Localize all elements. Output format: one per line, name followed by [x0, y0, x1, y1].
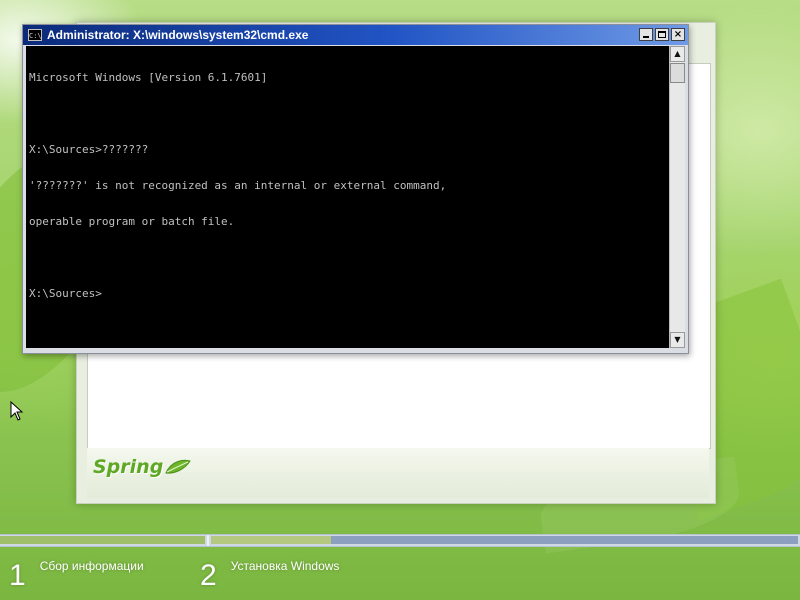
- cmd-icon[interactable]: C:\: [28, 29, 42, 41]
- leaf-icon: [165, 459, 192, 474]
- spring-logo: Spring: [93, 456, 192, 478]
- minimize-icon[interactable]: [639, 28, 653, 41]
- step-label: Сбор информации: [39, 559, 144, 573]
- cmd-titlebar[interactable]: C:\ Administrator: X:\windows\system32\c…: [23, 25, 688, 45]
- progress-remaining: [331, 536, 798, 544]
- console-prompt-line: X:\Sources>: [29, 287, 102, 300]
- maximize-icon[interactable]: [655, 28, 669, 41]
- step-install-windows: 2 Установка Windows: [200, 549, 339, 593]
- console-line: Microsoft Windows [Version 6.1.7601]: [29, 71, 268, 84]
- setup-steps: 1 Сбор информации 2 Установка Windows: [0, 549, 800, 600]
- vertical-scrollbar[interactable]: ▲ ▼: [669, 46, 685, 348]
- console-line: '???????' is not recognized as an intern…: [29, 179, 447, 192]
- setup-footer: Spring: [87, 448, 709, 498]
- scroll-down-icon[interactable]: ▼: [670, 332, 685, 348]
- progress-segment-1: [0, 536, 205, 544]
- step-number: 1: [9, 559, 26, 592]
- progress-segment-2: [211, 536, 331, 544]
- cmd-window[interactable]: C:\ Administrator: X:\windows\system32\c…: [22, 24, 689, 354]
- scroll-up-icon[interactable]: ▲: [670, 46, 685, 62]
- window-controls: ×: [639, 28, 685, 41]
- scroll-thumb[interactable]: [670, 63, 685, 83]
- mouse-cursor-icon: [10, 401, 24, 421]
- step-collect-info: 1 Сбор информации: [9, 549, 144, 593]
- step-number: 2: [200, 559, 217, 592]
- step-label: Установка Windows: [230, 559, 340, 573]
- cmd-window-title: Administrator: X:\windows\system32\cmd.e…: [47, 28, 309, 42]
- console-line: operable program or batch file.: [29, 215, 235, 228]
- spring-logo-text: Spring: [93, 456, 164, 478]
- console-output[interactable]: Microsoft Windows [Version 6.1.7601] X:\…: [26, 46, 669, 348]
- console-line: X:\Sources>???????: [29, 143, 149, 156]
- progress-divider: [207, 535, 209, 546]
- close-icon[interactable]: ×: [671, 28, 685, 41]
- setup-progress-bar: [0, 534, 800, 547]
